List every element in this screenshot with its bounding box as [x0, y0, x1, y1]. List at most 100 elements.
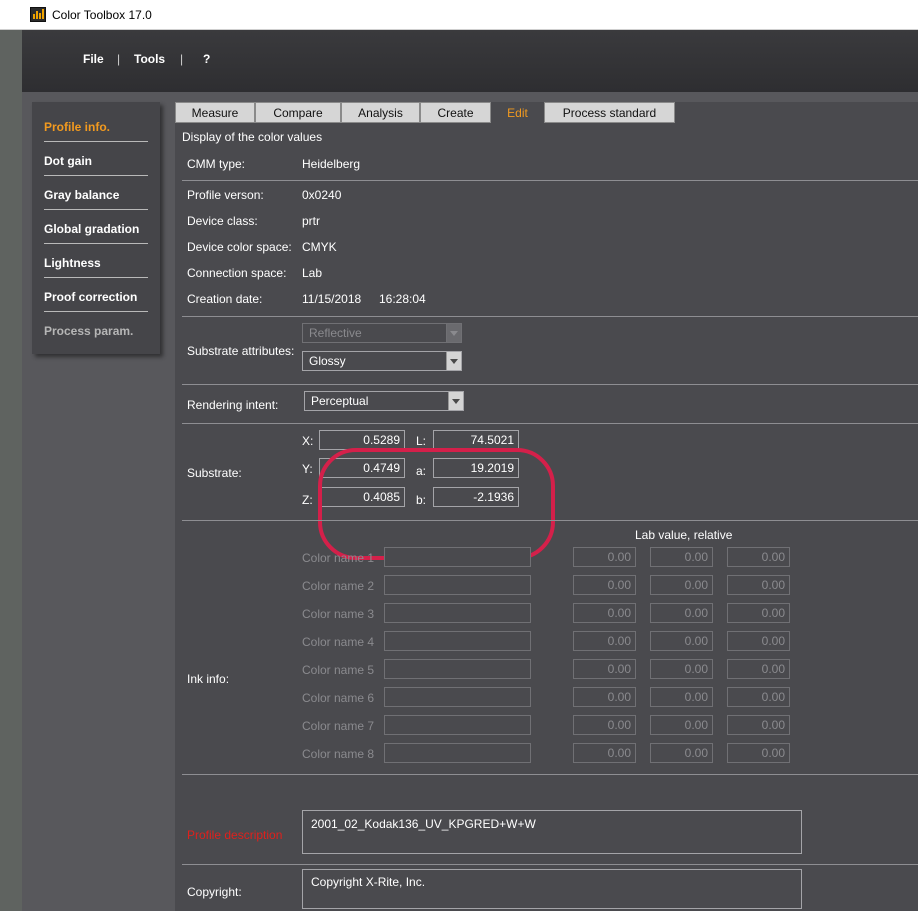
- chevron-down-icon[interactable]: [446, 352, 461, 370]
- sidebar-item-dot-gain[interactable]: Dot gain: [44, 142, 148, 176]
- x-field[interactable]: 0.5289: [319, 430, 405, 450]
- tab-compare[interactable]: Compare: [255, 102, 341, 123]
- ink-color-name-label: Color name 6: [302, 691, 375, 705]
- creation-time-value: 16:28:04: [379, 292, 426, 306]
- ink-name-field[interactable]: [384, 715, 531, 735]
- ink-a-field[interactable]: 0.00: [650, 687, 713, 707]
- ink-l-field[interactable]: 0.00: [573, 743, 636, 763]
- reflective-select-value: Reflective: [309, 326, 362, 340]
- lab-value-header: Lab value, relative: [635, 528, 733, 542]
- surface-select[interactable]: Glossy: [302, 351, 462, 371]
- divider: [182, 316, 918, 317]
- ink-b-field[interactable]: 0.00: [727, 631, 790, 651]
- highlight-annotation: [318, 448, 555, 560]
- profile-description-label: Profile description: [187, 828, 283, 842]
- sidebar-item-profile-info[interactable]: Profile info.: [44, 108, 148, 142]
- ink-color-name-label: Color name 5: [302, 663, 375, 677]
- divider: [182, 774, 918, 775]
- sidebar-item-global-gradation[interactable]: Global gradation: [44, 210, 148, 244]
- menu-help[interactable]: ?: [203, 52, 210, 66]
- menu-file[interactable]: File: [83, 52, 104, 66]
- ink-b-field[interactable]: 0.00: [727, 659, 790, 679]
- ink-name-field[interactable]: [384, 659, 531, 679]
- divider: [182, 864, 918, 865]
- x-label: X:: [302, 434, 314, 448]
- device-color-space-label: Device color space:: [187, 240, 292, 254]
- ink-color-name-label: Color name 4: [302, 635, 375, 649]
- sidebar-item-lightness[interactable]: Lightness: [44, 244, 148, 278]
- ink-name-field[interactable]: [384, 603, 531, 623]
- device-class-label: Device class:: [187, 214, 258, 228]
- ink-b-field[interactable]: 0.00: [727, 687, 790, 707]
- y-label: Y:: [302, 462, 313, 476]
- ink-name-field[interactable]: [384, 743, 531, 763]
- ink-a-field[interactable]: 0.00: [650, 743, 713, 763]
- ink-a-field[interactable]: 0.00: [650, 659, 713, 679]
- ink-name-field[interactable]: [384, 631, 531, 651]
- ink-l-field[interactable]: 0.00: [573, 631, 636, 651]
- app-chart-icon: [30, 7, 46, 22]
- ink-info-label: Ink info:: [187, 672, 230, 686]
- ink-l-field[interactable]: 0.00: [573, 575, 636, 595]
- ink-a-field[interactable]: 0.00: [650, 603, 713, 623]
- tab-analysis[interactable]: Analysis: [341, 102, 420, 123]
- ink-l-field[interactable]: 0.00: [573, 715, 636, 735]
- ink-b-field[interactable]: 0.00: [727, 575, 790, 595]
- copyright-field[interactable]: Copyright X-Rite, Inc.: [302, 869, 802, 909]
- divider: [182, 520, 918, 521]
- title-bar: Color Toolbox 17.0: [0, 0, 918, 30]
- divider: [182, 180, 918, 181]
- ink-name-field[interactable]: [384, 547, 531, 567]
- device-class-value: prtr: [302, 214, 320, 228]
- surface-select-value: Glossy: [309, 354, 346, 368]
- ink-color-name-label: Color name 1: [302, 551, 375, 565]
- cmm-type-value: Heidelberg: [302, 157, 361, 171]
- creation-date-value: 11/15/2018: [302, 292, 362, 306]
- ink-a-field[interactable]: 0.00: [650, 715, 713, 735]
- ink-a-field[interactable]: 0.00: [650, 631, 713, 651]
- sidebar-item-gray-balance[interactable]: Gray balance: [44, 176, 148, 210]
- tab-create[interactable]: Create: [420, 102, 491, 123]
- ink-l-field[interactable]: 0.00: [573, 687, 636, 707]
- main-content: Measure Compare Analysis Create Edit Pro…: [175, 102, 918, 911]
- app-window: File | Tools | ? Profile info. Dot gain …: [22, 30, 918, 911]
- menu-separator: |: [180, 52, 184, 66]
- ink-l-field[interactable]: 0.00: [573, 659, 636, 679]
- ink-l-field[interactable]: 0.00: [573, 603, 636, 623]
- rendering-intent-select[interactable]: Perceptual: [304, 391, 464, 411]
- window-title: Color Toolbox 17.0: [52, 8, 152, 22]
- ink-a-field[interactable]: 0.00: [650, 575, 713, 595]
- menu-separator: |: [117, 52, 121, 66]
- tab-measure[interactable]: Measure: [175, 102, 255, 123]
- connection-space-value: Lab: [302, 266, 323, 280]
- sidebar-item-process-param[interactable]: Process param.: [44, 312, 148, 346]
- ink-color-name-label: Color name 3: [302, 607, 375, 621]
- sidebar-item-proof-correction[interactable]: Proof correction: [44, 278, 148, 312]
- ink-name-field[interactable]: [384, 687, 531, 707]
- profile-version-label: Profile verson:: [187, 188, 264, 202]
- ink-b-field[interactable]: 0.00: [727, 547, 790, 567]
- chevron-down-icon: [446, 324, 461, 342]
- substrate-label: Substrate:: [187, 466, 242, 480]
- ink-name-field[interactable]: [384, 575, 531, 595]
- device-color-space-value: CMYK: [302, 240, 337, 254]
- ink-b-field[interactable]: 0.00: [727, 743, 790, 763]
- rendering-intent-label: Rendering intent:: [187, 398, 279, 412]
- ink-a-field[interactable]: 0.00: [650, 547, 713, 567]
- z-label: Z:: [302, 493, 313, 507]
- ink-color-name-label: Color name 8: [302, 747, 375, 761]
- desktop-background: [0, 30, 22, 911]
- menu-bar: File | Tools | ?: [22, 30, 918, 92]
- profile-description-field[interactable]: 2001_02_Kodak136_UV_KPGRED+W+W: [302, 810, 802, 854]
- ink-b-field[interactable]: 0.00: [727, 603, 790, 623]
- l-label: L:: [416, 434, 427, 448]
- section-title: Display of the color values: [182, 130, 323, 144]
- tab-edit[interactable]: Edit: [491, 102, 544, 123]
- reflective-select: Reflective: [302, 323, 462, 343]
- l-field[interactable]: 74.5021: [433, 430, 519, 450]
- ink-l-field[interactable]: 0.00: [573, 547, 636, 567]
- menu-tools[interactable]: Tools: [134, 52, 165, 66]
- chevron-down-icon[interactable]: [448, 392, 463, 410]
- tab-process-standard[interactable]: Process standard: [544, 102, 675, 123]
- ink-b-field[interactable]: 0.00: [727, 715, 790, 735]
